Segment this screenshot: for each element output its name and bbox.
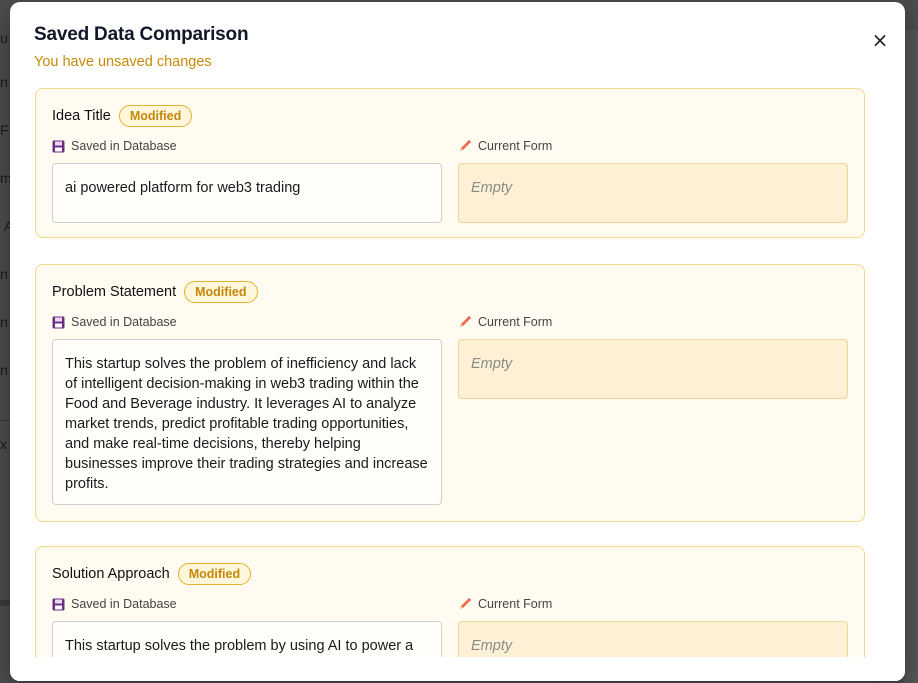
pencil-icon [458,315,472,329]
bg-fragment: u [0,30,8,46]
bg-divider [0,600,10,606]
current-column-label: Current Form [458,139,552,153]
saved-value: This startup solves the problem by using… [52,621,442,657]
current-column-label: Current Form [458,597,552,611]
current-label-text: Current Form [478,315,553,329]
current-value: Empty [458,621,848,657]
current-value: Empty [458,163,848,223]
floppy-disk-icon [52,140,65,153]
saved-column-label: Saved in Database [52,315,177,329]
modified-badge: Modified [177,563,252,585]
comparison-modal: Saved Data Comparison You have unsaved c… [10,2,905,681]
bg-fragment: n [0,314,8,330]
current-value: Empty [458,339,848,399]
saved-column-label: Saved in Database [52,597,177,611]
card-header: Problem Statement Modified [52,281,258,303]
field-label: Problem Statement [52,284,177,300]
saved-label-text: Saved in Database [71,139,177,153]
field-label: Solution Approach [52,566,170,582]
pencil-icon [458,597,472,611]
current-column-label: Current Form [458,315,552,329]
modal-header: Saved Data Comparison You have unsaved c… [34,24,249,70]
saved-column-label: Saved in Database [52,139,177,153]
modified-badge: Modified [184,281,258,303]
field-card-idea-title: Idea Title Modified Saved in Database Cu… [35,88,865,238]
floppy-disk-icon [52,598,65,611]
current-label-text: Current Form [478,139,553,153]
field-card-problem-statement: Problem Statement Modified Saved in Data… [35,264,865,522]
modal-bottom-edge [10,657,905,681]
close-icon[interactable]: × [870,30,890,50]
comparison-list[interactable]: Idea Title Modified Saved in Database Cu… [10,86,905,657]
bg-fragment: n [0,266,8,282]
modal-title: Saved Data Comparison [34,24,249,45]
modified-badge: Modified [118,105,193,127]
bg-divider [0,420,10,421]
saved-label-text: Saved in Database [71,315,177,329]
pencil-icon [458,139,472,153]
saved-value: ai powered platform for web3 trading [52,163,442,223]
bg-fragment: n [0,74,8,90]
bg-fragment: x [0,436,7,452]
bg-fragment: n [0,362,8,378]
bg-fragment: F [0,122,9,138]
current-label-text: Current Form [478,597,553,611]
card-header: Idea Title Modified [52,105,193,127]
saved-value: This startup solves the problem of ineff… [52,339,442,505]
unsaved-changes-notice: You have unsaved changes [34,54,212,70]
field-card-solution-approach: Solution Approach Modified Saved in Data… [35,546,865,657]
saved-label-text: Saved in Database [71,597,177,611]
card-header: Solution Approach Modified [52,563,252,585]
field-label: Idea Title [52,108,111,124]
floppy-disk-icon [52,316,65,329]
bg-right-panel [904,30,918,683]
